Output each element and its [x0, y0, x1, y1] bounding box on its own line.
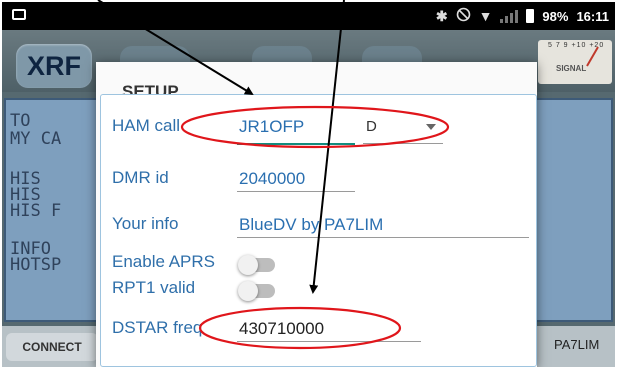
toggle-knob: [238, 255, 258, 275]
lcd-line: HIS F: [10, 201, 62, 221]
signal-needle: [586, 46, 599, 67]
ham-call-label: HAM call: [112, 116, 181, 135]
clock: 16:11: [576, 8, 609, 24]
battery-icon: [526, 9, 535, 23]
connect-button[interactable]: CONNECT: [6, 333, 98, 361]
rpt1-valid-label: RPT1 valid: [112, 278, 196, 297]
your-info-input[interactable]: BlueDV by PA7LIM: [239, 215, 383, 235]
signal-meter: 5 7 9 +10 +20 SIGNAL: [538, 40, 612, 84]
dmr-id-label: DMR id: [112, 168, 169, 187]
bottom-callsign: PA7LIM: [554, 337, 600, 352]
lcd-line: MY CA: [10, 129, 62, 149]
gallery-icon: [12, 9, 26, 20]
bluetooth-icon: ✱: [435, 7, 448, 24]
toggle-knob: [238, 281, 258, 301]
signal-icon: [500, 9, 519, 23]
ham-call-suffix-select[interactable]: D: [366, 118, 377, 135]
dmr-id-input[interactable]: 2040000: [239, 169, 305, 189]
chevron-down-icon[interactable]: [426, 124, 436, 130]
suffix-underline: [363, 143, 443, 144]
wifi-icon: ▼: [478, 8, 493, 24]
dstar-freq-underline: [237, 341, 421, 342]
enable-aprs-label: Enable APRS: [112, 252, 216, 271]
mode-button[interactable]: XRF: [16, 44, 92, 88]
enable-aprs-toggle[interactable]: [238, 255, 275, 275]
battery-percent: 98%: [542, 8, 569, 24]
setup-form: HAM call JR1OFP D DMR id 2040000 Your in…: [100, 94, 537, 367]
your-info-underline: [237, 237, 529, 238]
signal-label: SIGNAL: [556, 64, 587, 73]
status-icons: ✱ ▼ 98% 16:11: [436, 7, 609, 25]
ham-call-underline: [237, 143, 355, 145]
your-info-label: Your info: [112, 214, 179, 233]
status-bar: ✱ ▼ 98% 16:11: [2, 2, 615, 30]
lcd-line: HOTSP: [10, 255, 62, 275]
do-not-disturb-icon: [456, 7, 471, 25]
dstar-freq-input[interactable]: 430710000: [239, 319, 324, 339]
dstar-freq-label: DSTAR freq: [112, 318, 203, 337]
rpt1-valid-toggle[interactable]: [238, 281, 275, 301]
phone-screen: ✱ ▼ 98% 16:11 XRF 5 7 9 +10 +20 SIGNAL T…: [0, 0, 617, 367]
setup-dialog: SETUP HAM call JR1OFP D DMR id 2040000 Y…: [96, 62, 537, 367]
dmr-id-underline: [237, 191, 355, 192]
lcd-line: TO: [10, 111, 31, 131]
ham-call-input[interactable]: JR1OFP: [239, 117, 304, 137]
